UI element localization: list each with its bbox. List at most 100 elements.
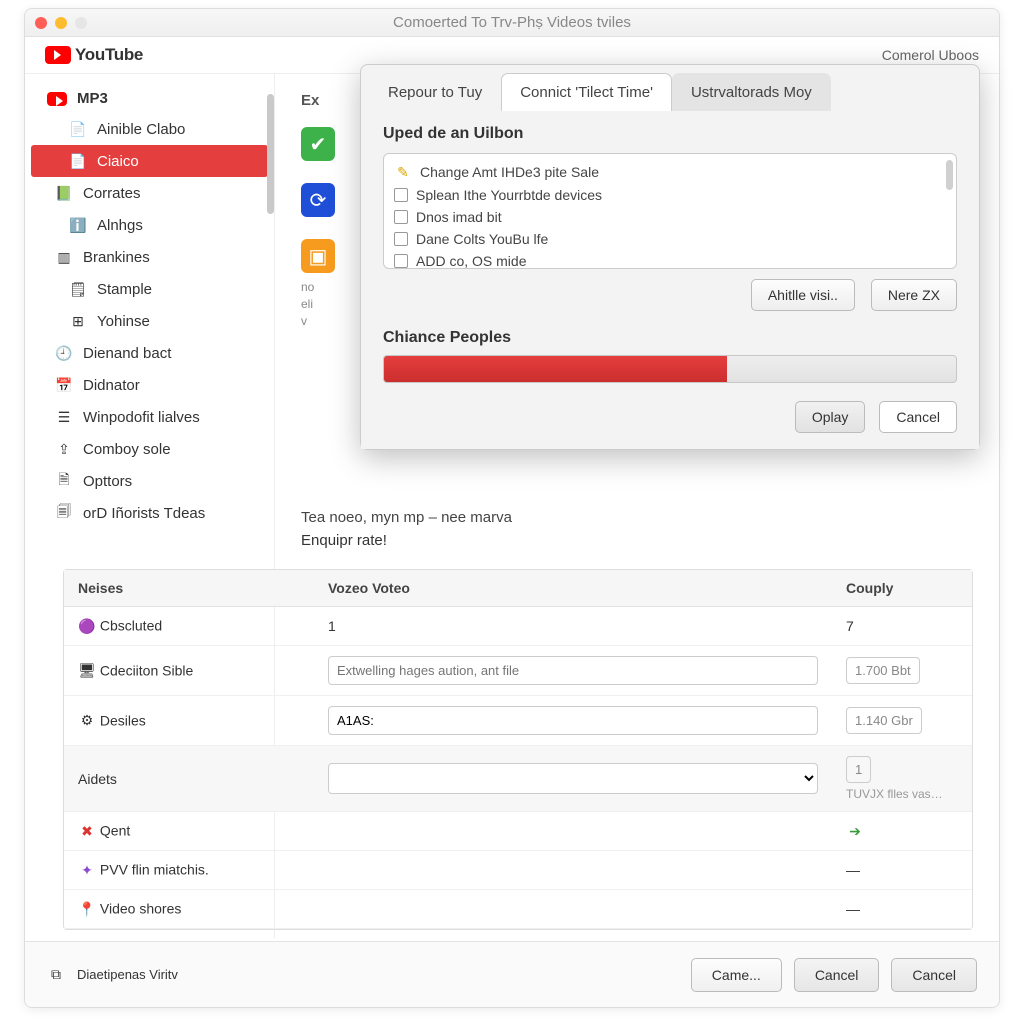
- sidebar-item-label: Didnator: [83, 377, 140, 394]
- checkbox[interactable]: [394, 232, 408, 246]
- dialog-button-a[interactable]: Ahitlle visi..: [751, 279, 855, 311]
- youtube-logo: YouTube: [45, 45, 143, 65]
- arrow-right-icon: ➔: [846, 822, 864, 840]
- list-item[interactable]: ✎ Change Amt IHDe3 pite Sale: [394, 160, 946, 184]
- footer-button-cancel-2[interactable]: Cancel: [891, 958, 977, 992]
- monitor-icon: 🖥: [78, 662, 96, 680]
- dash-icon: —: [846, 901, 860, 917]
- footer-button-came[interactable]: Came...: [691, 958, 782, 992]
- pencil-icon: ✎: [394, 163, 412, 181]
- tab-repour[interactable]: Repour to Tuy: [369, 73, 501, 111]
- sidebar-item-label: Stample: [97, 281, 152, 298]
- table-row: ⚙ Desiles 1.140 Gbr: [64, 696, 972, 746]
- progress-fill: [384, 356, 727, 382]
- checkbox[interactable]: [394, 188, 408, 202]
- sidebar-item-label: Winpodofit lialves: [83, 409, 200, 426]
- sidebar-item-brankines[interactable]: ▥ Brankines: [25, 241, 274, 273]
- doc-icon: 📄: [69, 120, 87, 138]
- list-item-label: Change Amt IHDe3 pite Sale: [420, 164, 599, 180]
- list-item-label: Splean Ithe Yourrbtde devices: [416, 187, 602, 203]
- list-item[interactable]: Dnos imad bit: [394, 206, 946, 228]
- list-item-label: ADD co, OS mide: [416, 253, 526, 269]
- th-count: Couply: [832, 570, 972, 606]
- badge-icon: 🟣: [78, 617, 96, 635]
- cell-name: Qent: [100, 823, 130, 839]
- sidebar-item-label: Yohinse: [97, 313, 150, 330]
- sidebar-item-comboy[interactable]: ⇪ Comboy sole: [25, 433, 274, 465]
- dialog-button-b[interactable]: Nere ZX: [871, 279, 957, 311]
- sidebar-item-ord[interactable]: 🗐 orD Iñorists Tdeas: [25, 497, 274, 529]
- window-title: Comoerted To Trv-Phṣ Videos tviles: [105, 14, 919, 31]
- sidebar-item-yohinse[interactable]: ⊞ Yohinse: [25, 305, 274, 337]
- sidebar-item-didnator[interactable]: 📅 Didnator: [25, 369, 274, 401]
- sidebar-root-label: MP3: [77, 90, 108, 107]
- pin-icon: 📍: [78, 900, 96, 918]
- settings-table: Neises Vozeo Voteo Couply 🟣 Cbscluted 1 …: [63, 569, 973, 930]
- options-listbox[interactable]: ✎ Change Amt IHDe3 pite Sale Splean Ithe…: [383, 153, 957, 269]
- count-pill: 1.700 Bbt: [846, 657, 920, 684]
- tab-connict[interactable]: Connict 'Tilect Time': [501, 73, 672, 111]
- text-icon: 🗐: [55, 504, 73, 522]
- export-icon: ⧉: [47, 966, 65, 984]
- list-item[interactable]: ADD co, OS mide: [394, 250, 946, 272]
- sidebar-root[interactable]: MP3: [25, 84, 274, 113]
- checkbox[interactable]: [394, 254, 408, 268]
- sidebar-item-label: Brankines: [83, 249, 150, 266]
- zoom-icon[interactable]: [75, 17, 87, 29]
- youtube-icon: [45, 46, 71, 64]
- table-row: ✖ Qent ➔: [64, 812, 972, 851]
- cell-name: PVV flin miatchis.: [100, 862, 209, 878]
- checkbox[interactable]: [394, 210, 408, 224]
- ok-button[interactable]: Oplay: [795, 401, 866, 433]
- book-icon: 📗: [55, 184, 73, 202]
- footer-button-cancel-1[interactable]: Cancel: [794, 958, 880, 992]
- th-name: Neises: [64, 570, 314, 606]
- sidebar-item-winpodofit[interactable]: ☰ Winpodofit lialves: [25, 401, 274, 433]
- share-icon: ⇪: [55, 440, 73, 458]
- sidebar-item-label: Alnhgs: [97, 217, 143, 234]
- check-icon: ✔: [301, 127, 335, 161]
- value-select[interactable]: [328, 763, 818, 794]
- grid-icon: ⊞: [69, 312, 87, 330]
- list-icon: ☰: [55, 408, 73, 426]
- sidebar-item-ainible[interactable]: 📄 Ainible Clabo: [25, 113, 274, 145]
- footer-left-text: Diaetipenas Viritv: [77, 967, 178, 982]
- hint-text: TUVJX flles vas…: [846, 787, 958, 801]
- list-item[interactable]: Dane Colts YouBu lfe: [394, 228, 946, 250]
- list-item[interactable]: Splean Ithe Yourrbtde devices: [394, 184, 946, 206]
- cell-name: Desiles: [100, 712, 146, 728]
- sidebar-item-corrates[interactable]: 📗 Corrates: [25, 177, 274, 209]
- table-row: Aidets 1 TUVJX flles vas…: [64, 746, 972, 812]
- table-row: 🟣 Cbscluted 1 7: [64, 607, 972, 646]
- youtube-icon: [47, 92, 67, 106]
- sidebar-item-stample[interactable]: 🗒 Stample: [25, 273, 274, 305]
- sidebar-item-alnhgs[interactable]: ℹ️ Alnhgs: [25, 209, 274, 241]
- sidebar-item-dienand[interactable]: 🕘 Dienand bact: [25, 337, 274, 369]
- folder-icon: ▥: [55, 248, 73, 266]
- cell-name: Cdeciiton Sible: [100, 662, 193, 678]
- value-input[interactable]: [328, 656, 818, 685]
- note-icon: 🗎: [55, 472, 73, 490]
- table-header: Neises Vozeo Voteo Couply: [64, 570, 972, 607]
- minimize-icon[interactable]: [55, 17, 67, 29]
- x-icon: ✖: [78, 822, 96, 840]
- page-icon: 🗒: [69, 280, 87, 298]
- sidebar-item-label: Comboy sole: [83, 441, 171, 458]
- footer-bar: ⧉ Diaetipenas Viritv Came... Cancel Canc…: [25, 941, 999, 1007]
- list-item-label: Dnos imad bit: [416, 209, 502, 225]
- brand-text: YouTube: [75, 45, 143, 65]
- panel-line-1: Tea noeo, myn mp – nee marva: [301, 509, 973, 526]
- header-right-link[interactable]: Comerol Uboos: [882, 47, 979, 63]
- gear-icon: ⚙: [78, 712, 96, 730]
- sidebar-item-opttors[interactable]: 🗎 Opttors: [25, 465, 274, 497]
- value-input[interactable]: [328, 706, 818, 735]
- star-icon: ✦: [78, 861, 96, 879]
- count-pill: 1: [846, 756, 871, 783]
- cell-value: 1: [314, 608, 832, 644]
- sidebar-item-ciaico[interactable]: 📄 Ciaico: [31, 145, 268, 177]
- dialog-heading: Uped de an Uilbon: [383, 125, 957, 143]
- dialog-tabs: Repour to Tuy Connict 'Tilect Time' Ustr…: [361, 65, 979, 111]
- cancel-button[interactable]: Cancel: [879, 401, 957, 433]
- close-icon[interactable]: [35, 17, 47, 29]
- tab-ustrv[interactable]: Ustrvaltorads Moy: [672, 73, 831, 111]
